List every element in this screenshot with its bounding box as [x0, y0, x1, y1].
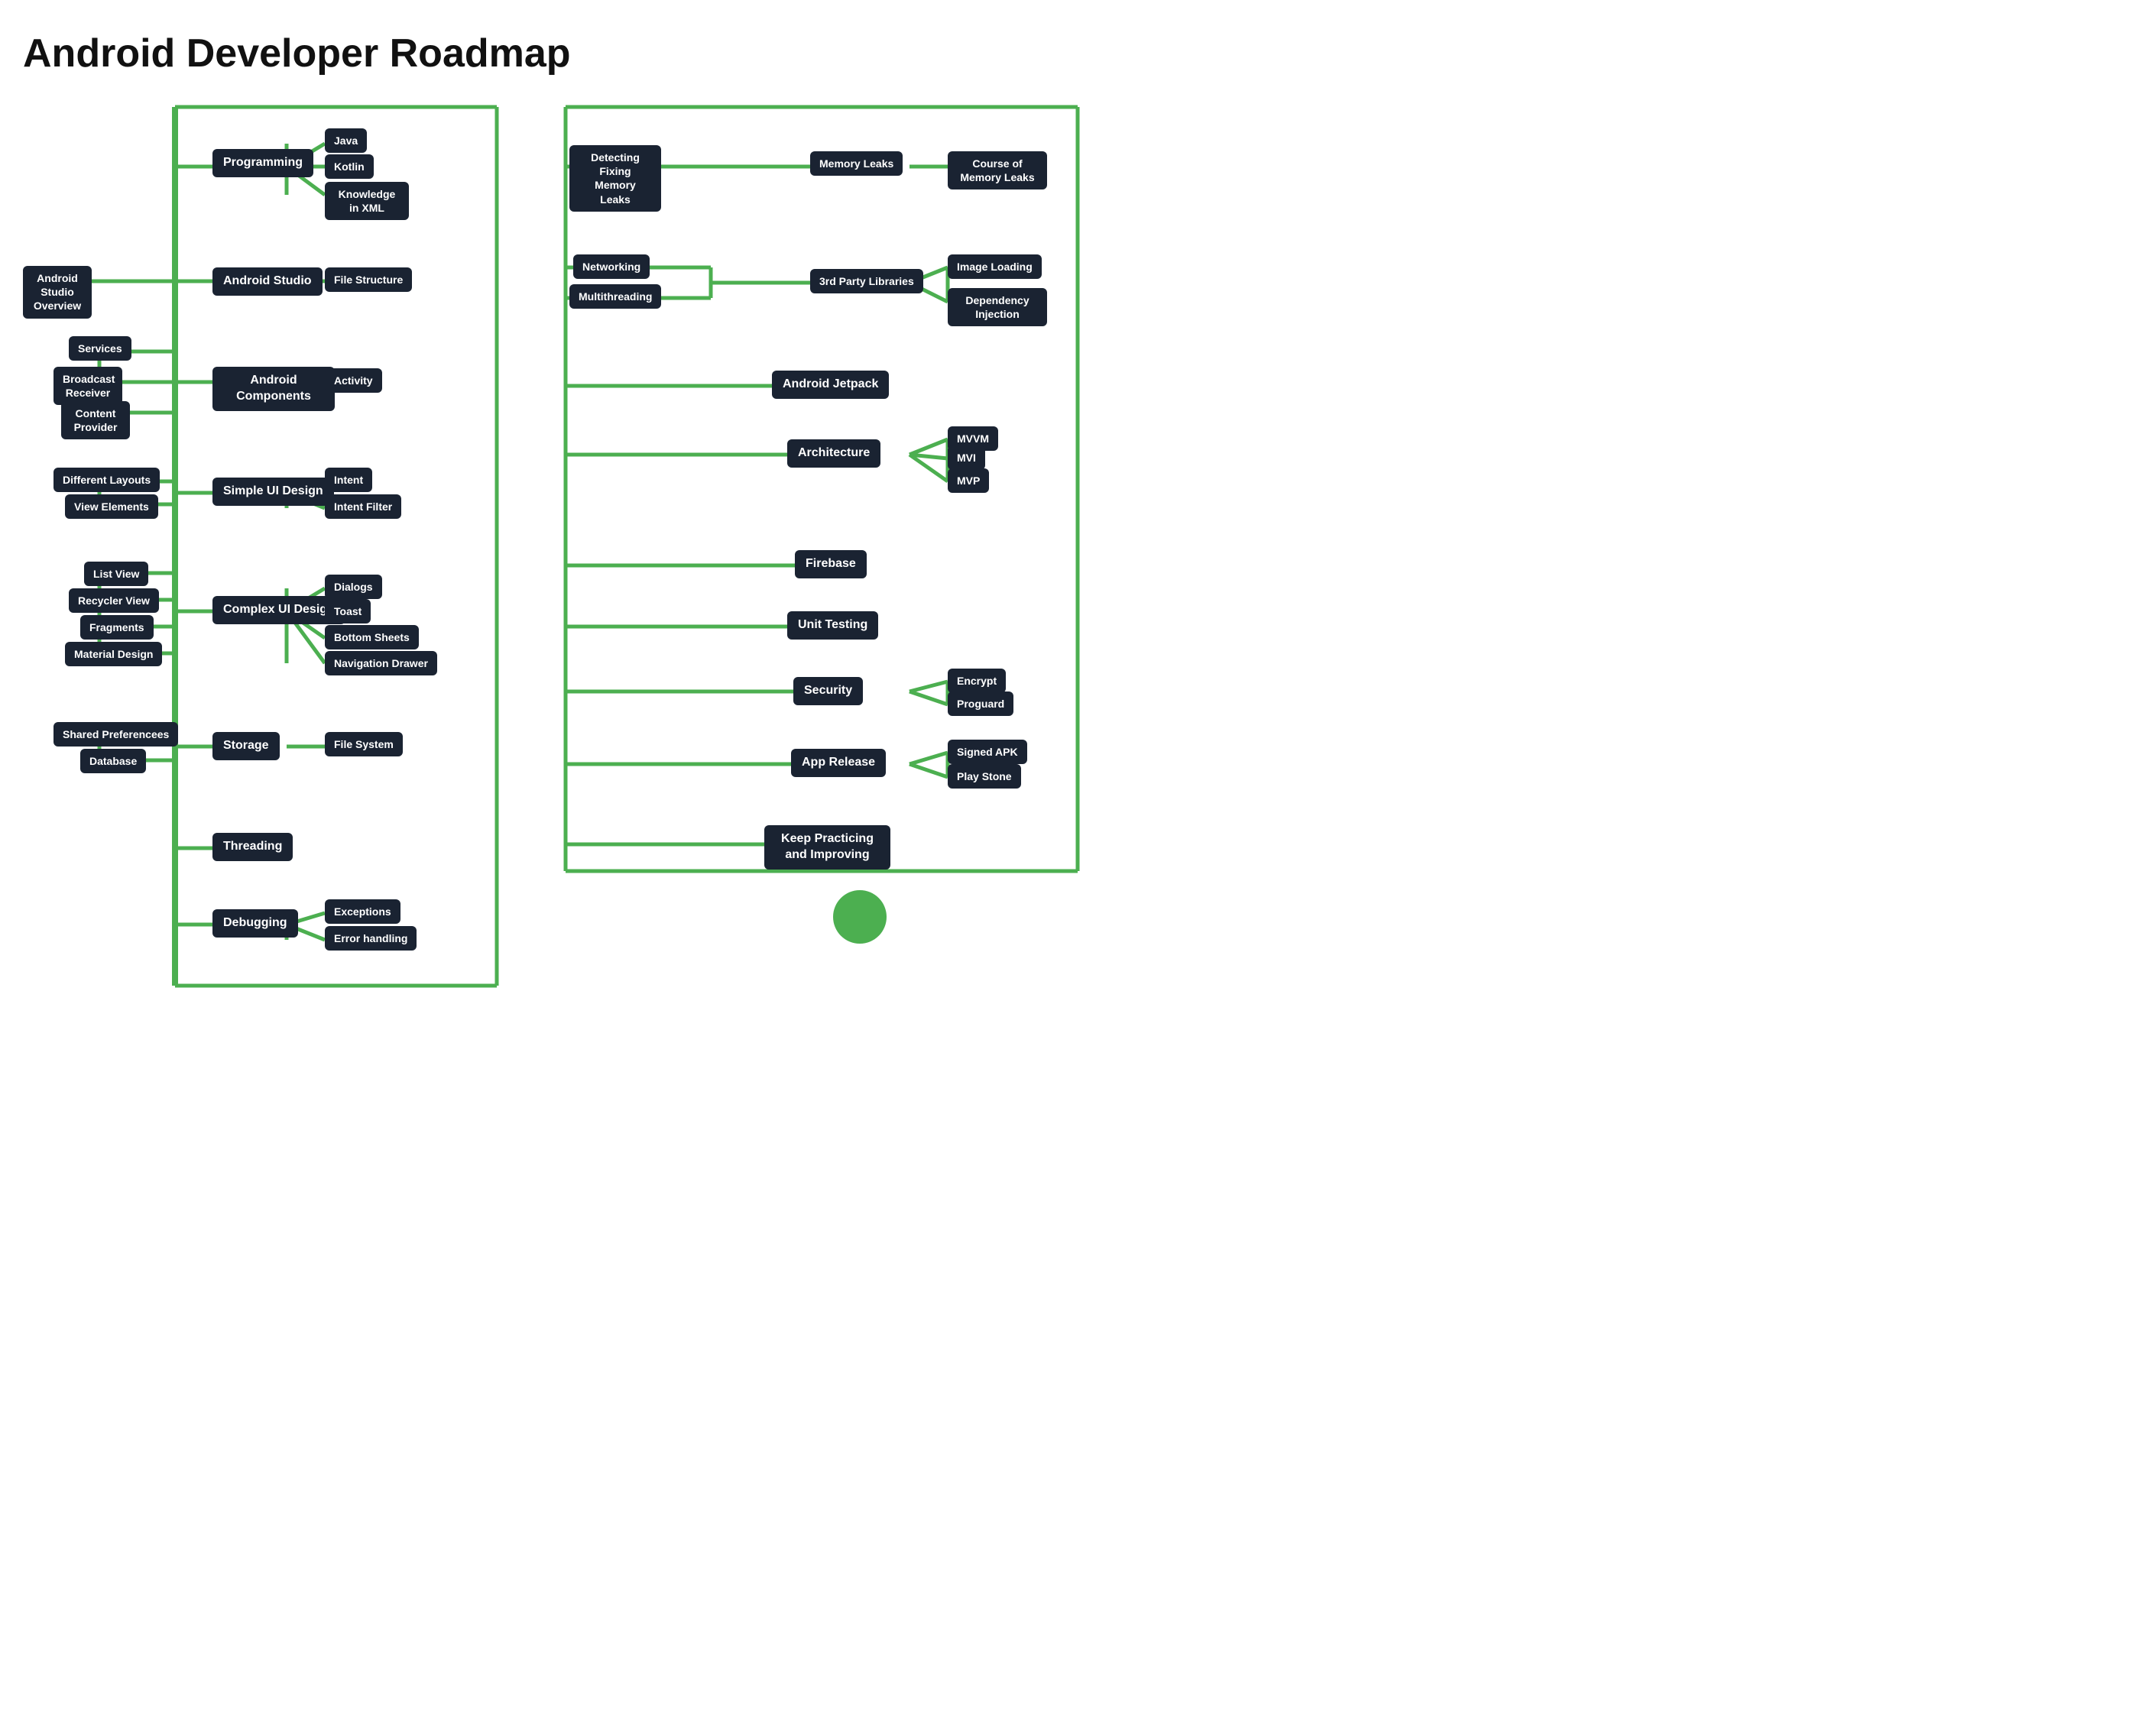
threading-node: Threading [212, 833, 293, 861]
dependency-injection-node: Dependency Injection [948, 288, 1047, 326]
android-components-node: Android Components [212, 367, 335, 411]
java-node: Java [325, 128, 367, 153]
security-node: Security [793, 677, 863, 705]
file-system-node: File System [325, 732, 403, 756]
debugging-node: Debugging [212, 909, 298, 938]
course-memory-leaks-node: Course of Memory Leaks [948, 151, 1047, 189]
app-release-node: App Release [791, 749, 886, 777]
unit-testing-node: Unit Testing [787, 611, 878, 640]
shared-preferences-node: Shared Preferencees [54, 722, 178, 747]
roadmap-container: Programming Java Kotlin Knowledge in XML… [23, 107, 2117, 993]
fragments-node: Fragments [80, 615, 154, 640]
intent-filter-node: Intent Filter [325, 494, 401, 519]
simple-ui-design-node: Simple UI Design [212, 478, 334, 506]
dialogs-node: Dialogs [325, 575, 382, 599]
android-jetpack-node: Android Jetpack [772, 371, 889, 399]
file-structure-node: File Structure [325, 267, 412, 292]
networking-node: Networking [573, 254, 650, 279]
multithreading-node: Multithreading [569, 284, 661, 309]
toast-node: Toast [325, 599, 371, 623]
android-studio-overview-node: Android Studio Overview [23, 266, 92, 319]
bottom-sheets-node: Bottom Sheets [325, 625, 419, 649]
keep-practicing-node: Keep Practicing and Improving [764, 825, 890, 870]
mvp-node: MVP [948, 468, 989, 493]
programming-node: Programming [212, 149, 313, 177]
knowledge-xml-node: Knowledge in XML [325, 182, 409, 220]
storage-node: Storage [212, 732, 280, 760]
kotlin-node: Kotlin [325, 154, 374, 179]
activity-node: Activity [325, 368, 382, 393]
database-node: Database [80, 749, 146, 773]
encrypt-node: Encrypt [948, 669, 1006, 693]
broadcast-receiver-node: Broadcast Receiver [54, 367, 122, 405]
signed-apk-node: Signed APK [948, 740, 1027, 764]
content-provider-node: Content Provider [61, 401, 130, 439]
android-studio-node: Android Studio [212, 267, 323, 296]
exceptions-node: Exceptions [325, 899, 400, 924]
detecting-fixing-node: Detecting Fixing Memory Leaks [569, 145, 661, 212]
error-handling-node: Error handling [325, 926, 417, 951]
memory-leaks-node: Memory Leaks [810, 151, 903, 176]
page-title: Android Developer Roadmap [23, 31, 2117, 76]
different-layouts-node: Different Layouts [54, 468, 160, 492]
right-panel: Detecting Fixing Memory Leaks Memory Lea… [558, 107, 2117, 993]
recycler-view-node: Recycler View [69, 588, 159, 613]
view-elements-node: View Elements [65, 494, 158, 519]
third-party-node: 3rd Party Libraries [810, 269, 923, 293]
intent-node: Intent [325, 468, 372, 492]
image-loading-node: Image Loading [948, 254, 1042, 279]
left-panel: Programming Java Kotlin Knowledge in XML… [23, 107, 543, 993]
architecture-node: Architecture [787, 439, 880, 468]
proguard-node: Proguard [948, 691, 1013, 716]
play-stone-node: Play Stone [948, 764, 1021, 789]
list-view-node: List View [84, 562, 148, 586]
firebase-node: Firebase [795, 550, 867, 578]
mvi-node: MVI [948, 445, 985, 470]
services-node: Services [69, 336, 131, 361]
navigation-drawer-node: Navigation Drawer [325, 651, 437, 675]
material-design-node: Material Design [65, 642, 162, 666]
